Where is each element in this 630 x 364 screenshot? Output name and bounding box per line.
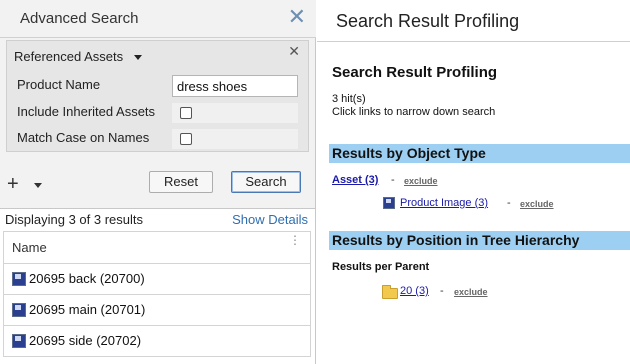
row-label: 20695 main (20701) — [29, 302, 146, 317]
match-case-on-names-checkbox[interactable] — [180, 133, 192, 145]
results-count: Displaying 3 of 3 results — [5, 212, 144, 227]
results-panel: Displaying 3 of 3 results Show Details N… — [0, 208, 315, 364]
product-image-link[interactable]: Product Image (3) — [400, 197, 488, 209]
row-label: 20695 back (20700) — [29, 271, 145, 286]
criteria-group-referenced-assets: Referenced Assets ✕ Product Name Include… — [6, 40, 309, 152]
reset-button[interactable]: Reset — [149, 171, 213, 193]
advanced-search-title: Advanced Search — [20, 10, 139, 27]
hits-count: 3 hit(s) — [332, 93, 366, 105]
show-details-link[interactable]: Show Details — [232, 212, 308, 227]
hint-text: Click links to narrow down search — [332, 106, 496, 118]
remove-criteria-icon[interactable]: ✕ — [288, 43, 300, 60]
parent-link[interactable]: 20 (3) — [400, 285, 429, 297]
profiling-title: Search Result Profiling — [332, 64, 498, 81]
advanced-search-header: Advanced Search ✕ — [0, 0, 316, 38]
include-inherited-assets-checkbox[interactable] — [180, 107, 192, 119]
advanced-search-panel: Advanced Search ✕ Referenced Assets ✕ Pr… — [0, 0, 316, 364]
column-menu-icon[interactable]: ⋮ — [289, 234, 301, 246]
separator: - — [507, 197, 511, 209]
chevron-down-icon[interactable] — [134, 55, 142, 60]
folder-icon — [382, 285, 398, 299]
asset-icon — [12, 303, 26, 317]
search-result-profiling-panel: Search Result Profiling Search Result Pr… — [317, 0, 630, 364]
table-row[interactable]: 20695 side (20702) — [3, 326, 311, 357]
results-column-header: Name ⋮ — [3, 231, 311, 264]
section-heading: Results by Object Type — [332, 145, 486, 161]
include-inherited-assets-label: Include Inherited Assets — [17, 104, 156, 119]
asset-exclude-link[interactable]: exclude — [404, 176, 438, 186]
name-column-header[interactable]: Name — [12, 240, 47, 255]
product-name-input[interactable] — [172, 75, 298, 97]
search-button[interactable]: Search — [231, 171, 301, 193]
product-image-icon — [383, 197, 395, 209]
row-label: 20695 side (20702) — [29, 333, 142, 348]
profiling-header: Search Result Profiling — [317, 0, 630, 42]
profiling-header-title: Search Result Profiling — [336, 11, 520, 31]
add-criteria-icon[interactable]: + — [7, 174, 19, 194]
close-icon[interactable]: ✕ — [288, 6, 306, 28]
section-heading: Results by Position in Tree Hierarchy — [332, 232, 580, 248]
separator: - — [440, 285, 444, 297]
product-name-label: Product Name — [17, 77, 101, 92]
product-image-exclude-link[interactable]: exclude — [520, 199, 554, 209]
results-by-object-type-heading: Results by Object Type — [329, 144, 630, 163]
results-by-position-heading: Results by Position in Tree Hierarchy — [329, 231, 630, 250]
criteria-title[interactable]: Referenced Assets — [14, 49, 123, 64]
asset-icon — [12, 334, 26, 348]
table-row[interactable]: 20695 main (20701) — [3, 295, 311, 326]
separator: - — [391, 174, 395, 186]
match-case-on-names-label: Match Case on Names — [17, 130, 150, 145]
results-per-parent-label: Results per Parent — [332, 261, 430, 273]
add-criteria-chevron-icon[interactable] — [34, 183, 42, 188]
parent-exclude-link[interactable]: exclude — [454, 287, 488, 297]
asset-link[interactable]: Asset (3) — [332, 174, 378, 186]
asset-icon — [12, 272, 26, 286]
table-row[interactable]: 20695 back (20700) — [3, 264, 311, 295]
